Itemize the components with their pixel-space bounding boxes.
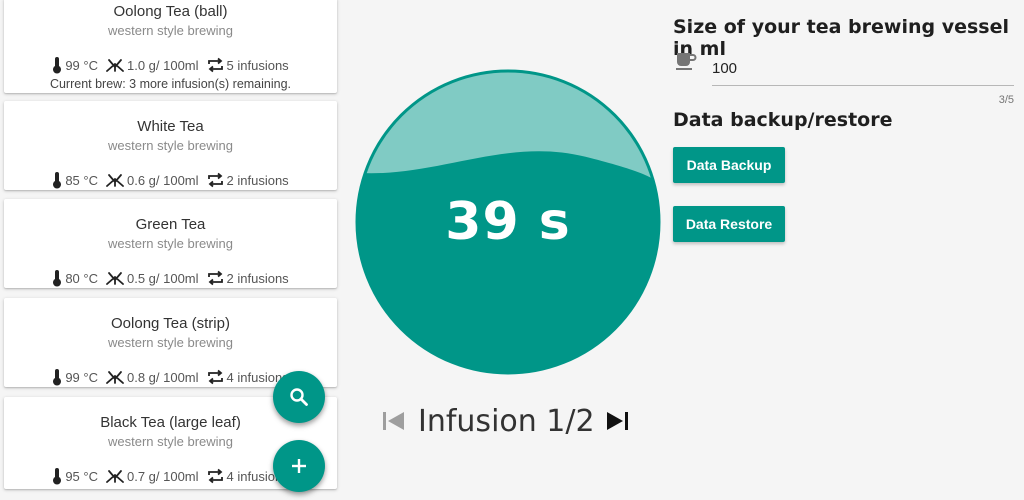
tea-brewing-style: western style brewing xyxy=(108,23,233,38)
infusions-stat: 2 infusions xyxy=(207,172,289,188)
amount-stat: 0.7 g/ 100ml xyxy=(106,469,199,484)
amount-value: 0.6 g/ 100ml xyxy=(126,172,199,188)
infusion-counter: Infusion 1/2 xyxy=(418,403,595,439)
tea-name: White Tea xyxy=(137,118,204,135)
temperature-stat: 85 °C xyxy=(52,171,98,189)
amount-stat: 0.6 g/ 100ml xyxy=(106,173,199,188)
search-fab[interactable] xyxy=(273,371,325,423)
leaf-icon xyxy=(106,59,124,72)
next-infusion-button[interactable] xyxy=(605,408,631,434)
repeat-icon xyxy=(207,172,223,188)
thermometer-icon xyxy=(53,270,62,287)
infusions-value: 2 infusions xyxy=(226,172,289,188)
temperature-value: 99 °C xyxy=(65,57,98,73)
amount-value: 0.5 g/ 100ml xyxy=(126,270,199,286)
tea-stats: 99 °C 1.0 g/ 100ml 5 infusions xyxy=(4,56,337,74)
add-tea-fab[interactable] xyxy=(273,440,325,492)
thermometer-icon xyxy=(53,57,62,74)
cup-icon xyxy=(675,51,697,76)
current-brew-note: Current brew: 3 more infusion(s) remaini… xyxy=(49,77,292,91)
tea-stats: 85 °C 0.6 g/ 100ml 2 infusions xyxy=(4,171,337,189)
timer-countdown: 39 s xyxy=(445,192,571,252)
backup-restore-title: Data backup/restore xyxy=(673,109,893,131)
search-icon xyxy=(290,388,308,406)
tea-brewing-style: western style brewing xyxy=(108,236,233,251)
data-restore-button[interactable]: Data Restore xyxy=(673,206,785,242)
vessel-size-input[interactable] xyxy=(712,52,1014,86)
temperature-stat: 99 °C xyxy=(52,368,98,386)
leaf-icon xyxy=(106,371,124,384)
tea-name: Oolong Tea (strip) xyxy=(111,315,230,332)
previous-infusion-button[interactable] xyxy=(380,408,406,434)
infusions-stat: 5 infusions xyxy=(207,57,289,73)
thermometer-icon xyxy=(53,468,62,485)
amount-stat: 0.5 g/ 100ml xyxy=(106,271,199,286)
repeat-icon xyxy=(207,270,223,286)
temperature-value: 85 °C xyxy=(65,172,98,188)
infusion-navigation: Infusion 1/2 xyxy=(380,399,640,443)
skip-next-icon xyxy=(606,412,628,430)
tea-card[interactable]: White Tea western style brewing 85 °C 0.… xyxy=(4,101,337,190)
repeat-icon xyxy=(207,369,223,385)
leaf-icon xyxy=(106,272,124,285)
thermometer-icon xyxy=(53,172,62,189)
amount-stat: 1.0 g/ 100ml xyxy=(106,58,199,73)
amount-value: 1.0 g/ 100ml xyxy=(126,57,199,73)
tea-stats: 80 °C 0.5 g/ 100ml 2 infusions xyxy=(4,269,337,287)
infusions-stat: 2 infusions xyxy=(207,270,289,286)
tea-brewing-style: western style brewing xyxy=(108,138,233,153)
tea-brewing-style: western style brewing xyxy=(108,335,233,350)
repeat-icon xyxy=(207,57,223,73)
thermometer-icon xyxy=(53,369,62,386)
add-icon xyxy=(292,459,306,473)
temperature-stat: 95 °C xyxy=(52,467,98,485)
skip-previous-icon xyxy=(383,412,404,430)
temperature-value: 95 °C xyxy=(65,468,98,484)
tea-name: Oolong Tea (ball) xyxy=(113,3,228,20)
temperature-stat: 99 °C xyxy=(52,56,98,74)
repeat-icon xyxy=(207,468,223,484)
tea-card[interactable]: Oolong Tea (ball) western style brewing … xyxy=(4,0,337,93)
infusions-value: 2 infusions xyxy=(226,270,289,286)
amount-stat: 0.8 g/ 100ml xyxy=(106,370,199,385)
tea-name: Green Tea xyxy=(135,216,206,233)
character-counter: 3/5 xyxy=(998,94,1014,106)
tea-card[interactable]: Green Tea western style brewing 80 °C 0.… xyxy=(4,199,337,288)
infusions-value: 5 infusions xyxy=(226,57,289,73)
amount-value: 0.8 g/ 100ml xyxy=(126,369,199,385)
temperature-value: 99 °C xyxy=(65,369,98,385)
temperature-stat: 80 °C xyxy=(52,269,98,287)
data-backup-button[interactable]: Data Backup xyxy=(673,147,785,183)
leaf-icon xyxy=(106,470,124,483)
amount-value: 0.7 g/ 100ml xyxy=(126,468,199,484)
brew-timer[interactable]: 39 s xyxy=(355,69,661,375)
timer-remaining-fill xyxy=(358,151,658,372)
tea-list: Oolong Tea (ball) western style brewing … xyxy=(0,0,342,500)
leaf-icon xyxy=(106,174,124,187)
temperature-value: 80 °C xyxy=(65,270,98,286)
